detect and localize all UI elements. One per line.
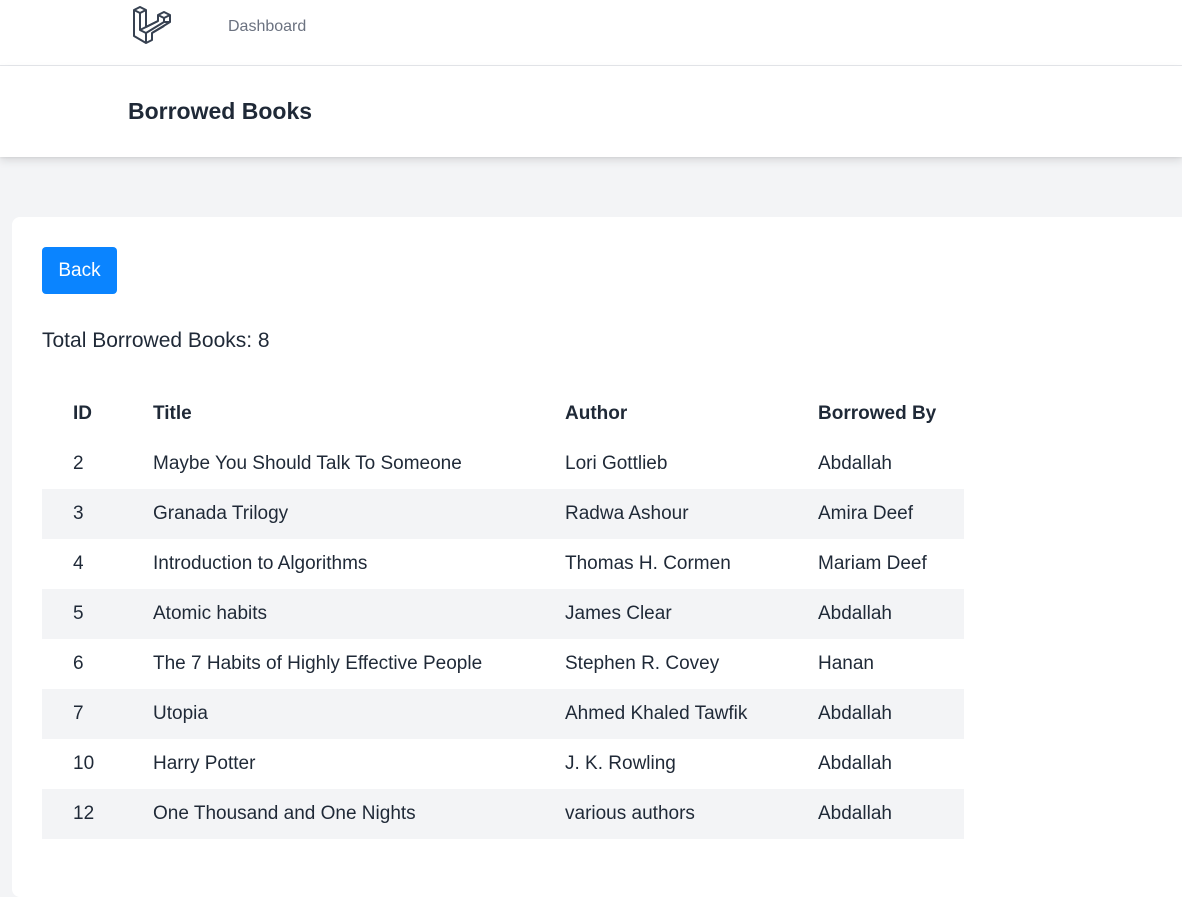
cell-author: J. K. Rowling [565,753,676,774]
table-header-row: ID Title Author Borrowed By [42,389,964,439]
content-card: Back Total Borrowed Books: 8 ID Title Au… [12,217,1182,897]
column-header-id: ID [73,403,92,424]
cell-title: Atomic habits [153,603,268,624]
cell-id: 10 [73,753,95,774]
cell-id: 6 [73,653,84,674]
borrowed-books-table: ID Title Author Borrowed By 2 Maybe You … [42,389,964,839]
cell-borrowed-by: Abdallah [818,753,892,774]
table-row: 12 One Thousand and One Nights various a… [42,789,964,839]
table-row: 3 Granada Trilogy Radwa Ashour Amira Dee… [42,489,964,539]
nav-dashboard-link[interactable]: Dashboard [228,18,306,36]
cell-title: Utopia [153,703,208,724]
cell-title: The 7 Habits of Highly Effective People [153,653,483,674]
cell-borrowed-by: Abdallah [818,603,892,624]
laravel-logo-icon[interactable] [131,5,173,47]
cell-id: 12 [73,803,95,824]
cell-author: Lori Gottlieb [565,453,668,474]
cell-borrowed-by: Mariam Deef [818,553,927,574]
cell-title: Maybe You Should Talk To Someone [153,453,462,474]
table-row: 10 Harry Potter J. K. Rowling Abdallah [42,739,964,789]
column-header-borrowed-by: Borrowed By [818,403,937,424]
table-row: 5 Atomic habits James Clear Abdallah [42,589,964,639]
column-header-title: Title [153,403,192,424]
page-header: Borrowed Books [0,66,1182,157]
back-button[interactable]: Back [42,247,117,294]
cell-author: Thomas H. Cormen [565,553,731,574]
cell-title: Introduction to Algorithms [153,553,368,574]
cell-id: 4 [73,553,84,574]
cell-borrowed-by: Abdallah [818,453,892,474]
cell-author: James Clear [565,603,672,624]
cell-id: 5 [73,603,84,624]
cell-id: 2 [73,453,84,474]
table-row: 2 Maybe You Should Talk To Someone Lori … [42,439,964,489]
table-row: 7 Utopia Ahmed Khaled Tawfik Abdallah [42,689,964,739]
top-navigation: Dashboard [0,0,1182,66]
cell-title: Harry Potter [153,753,256,774]
cell-borrowed-by: Abdallah [818,803,892,824]
cell-title: Granada Trilogy [153,503,289,524]
cell-id: 3 [73,503,84,524]
cell-borrowed-by: Abdallah [818,703,892,724]
cell-borrowed-by: Amira Deef [818,503,914,524]
cell-author: various authors [565,803,695,824]
column-header-author: Author [565,403,628,424]
cell-author: Stephen R. Covey [565,653,720,674]
cell-author: Radwa Ashour [565,503,689,524]
cell-id: 7 [73,703,84,724]
page-title: Borrowed Books [128,98,313,124]
cell-title: One Thousand and One Nights [153,803,416,824]
table-row: 4 Introduction to Algorithms Thomas H. C… [42,539,964,589]
table-row: 6 The 7 Habits of Highly Effective Peopl… [42,639,964,689]
cell-borrowed-by: Hanan [818,653,874,674]
total-borrowed-count: Total Borrowed Books: 8 [42,329,270,352]
cell-author: Ahmed Khaled Tawfik [565,703,748,724]
